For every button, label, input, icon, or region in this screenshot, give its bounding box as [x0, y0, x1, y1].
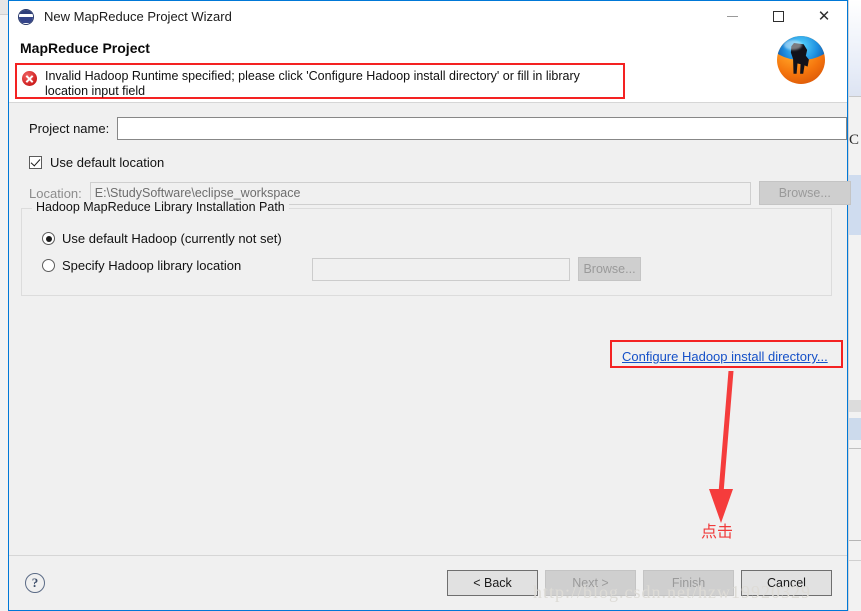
error-message: Invalid Hadoop Runtime specified; please… [45, 69, 580, 98]
maximize-button[interactable] [755, 1, 801, 32]
background-window-right: C [848, 0, 861, 611]
configure-hadoop-install-directory-link[interactable]: Configure Hadoop install directory... [622, 349, 828, 364]
background-window-right-panel-a [849, 175, 861, 235]
specify-hadoop-library-row[interactable]: Specify Hadoop library location [42, 258, 241, 273]
hadoop-library-path-input[interactable] [312, 257, 570, 281]
annotation-arrow-icon [709, 371, 734, 523]
location-label: Location: [29, 185, 82, 201]
close-icon: ✕ [817, 7, 831, 25]
use-default-location-checkbox[interactable] [29, 156, 42, 169]
cancel-button[interactable]: Cancel [741, 570, 832, 596]
hadoop-elephant-sphere-icon [773, 32, 829, 88]
background-window-right-footer [849, 560, 861, 611]
background-window-right-divider-2 [849, 540, 861, 541]
window-controls: ✕ [709, 1, 847, 32]
page-title: MapReduce Project [20, 40, 150, 56]
specify-hadoop-library-radio[interactable] [42, 259, 55, 272]
background-window-right-header [849, 0, 861, 97]
error-highlight-box: Invalid Hadoop Runtime specified; please… [15, 63, 625, 99]
maximize-icon [772, 11, 784, 22]
hadoop-library-group-title: Hadoop MapReduce Library Installation Pa… [32, 200, 289, 214]
background-window-right-text: C [849, 132, 860, 148]
use-default-hadoop-label: Use default Hadoop (currently not set) [62, 231, 282, 246]
next-button[interactable]: Next > [545, 570, 636, 596]
title-bar: New MapReduce Project Wizard ✕ [9, 1, 847, 32]
logo-sphere [777, 36, 825, 84]
background-window-right-panel-c [849, 418, 861, 440]
logo-highlight [784, 40, 802, 50]
hadoop-library-group: Hadoop MapReduce Library Installation Pa… [21, 200, 832, 296]
use-default-hadoop-radio[interactable] [42, 232, 55, 245]
window-title: New MapReduce Project Wizard [44, 9, 232, 24]
error-message-row: Invalid Hadoop Runtime specified; please… [17, 65, 623, 99]
wizard-body: Project name: Use default location Locat… [9, 103, 851, 555]
background-window-left-titlebar [0, 0, 8, 15]
eclipse-icon-band-bottom [19, 17, 33, 24]
use-default-hadoop-row[interactable]: Use default Hadoop (currently not set) [42, 231, 282, 246]
minimize-icon [726, 16, 738, 17]
hadoop-library-browse-button[interactable]: Browse... [578, 257, 641, 281]
wizard-header: MapReduce Project Invalid Hadoop Runtime… [9, 32, 847, 102]
project-name-row: Project name: [29, 117, 848, 140]
specify-hadoop-library-label: Specify Hadoop library location [62, 258, 242, 273]
error-icon [22, 71, 37, 86]
footer-button-group: < Back Next > Finish Cancel [447, 570, 832, 596]
project-name-label: Project name: [29, 121, 110, 136]
background-window-right-divider-1 [849, 448, 861, 449]
back-button[interactable]: < Back [447, 570, 538, 596]
minimize-button[interactable] [709, 1, 755, 32]
wizard-footer: ? < Back Next > Finish Cancel [9, 556, 847, 610]
finish-button[interactable]: Finish [643, 570, 734, 596]
hadoop-library-path-row: Browse... [312, 257, 641, 281]
new-mapreduce-project-wizard-dialog: New MapReduce Project Wizard ✕ MapReduce… [8, 0, 851, 611]
eclipse-icon [18, 8, 34, 25]
background-window-left [0, 0, 8, 611]
close-button[interactable]: ✕ [801, 1, 847, 32]
use-default-location-label: Use default location [50, 155, 165, 170]
use-default-location-row[interactable]: Use default location [29, 155, 164, 170]
background-window-right-panel-b [849, 400, 861, 412]
project-name-input[interactable] [117, 117, 848, 140]
location-browse-button[interactable]: Browse... [758, 181, 851, 205]
help-icon[interactable]: ? [25, 573, 45, 593]
annotation-label: 点击 [701, 522, 734, 541]
